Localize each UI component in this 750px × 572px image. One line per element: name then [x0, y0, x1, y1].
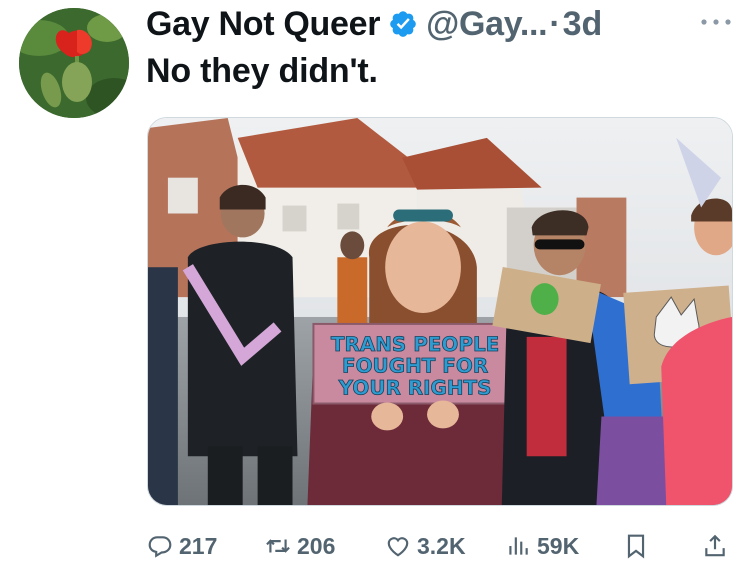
retweet-button[interactable]: 206	[265, 528, 335, 564]
avatar[interactable]	[19, 8, 129, 118]
retweet-count: 206	[297, 532, 336, 559]
timestamp[interactable]: 3d	[563, 5, 603, 44]
like-button[interactable]: 3.2K	[385, 528, 466, 564]
display-name[interactable]: Gay Not Queer	[146, 5, 380, 44]
reply-count: 217	[179, 532, 218, 559]
like-count: 3.2K	[417, 532, 466, 559]
tweet-photo[interactable]: TRANS PEOPLE FOUGHT FOR YOUR RIGHTS	[147, 117, 733, 506]
retweet-icon	[266, 539, 290, 553]
share-button[interactable]	[702, 528, 728, 564]
views-count: 59K	[537, 532, 580, 559]
poppy-flower-avatar	[19, 8, 129, 118]
action-bar: 217 206 3.2K 59K	[147, 528, 733, 564]
share-icon	[705, 534, 725, 557]
sign-line-2: FOUGHT FOR	[342, 355, 488, 378]
tweet-text: No they didn't.	[146, 52, 378, 90]
heart-icon	[387, 537, 409, 557]
separator-dot: ·	[549, 4, 561, 43]
reply-button[interactable]: 217	[147, 528, 217, 564]
views-icon	[509, 537, 528, 555]
reply-icon	[148, 536, 172, 558]
more-icon[interactable]	[698, 8, 734, 36]
verified-badge-icon[interactable]	[388, 9, 418, 39]
bookmark-icon	[627, 534, 645, 559]
bookmark-button[interactable]	[623, 528, 649, 564]
sign-line-3: YOUR RIGHTS	[338, 377, 492, 400]
sign-line-1: TRANS PEOPLE	[331, 333, 499, 356]
views-button[interactable]: 59K	[505, 528, 579, 564]
tweet-header: Gay Not Queer @Gay... · 3d	[146, 2, 734, 46]
handle[interactable]: @Gay...	[426, 5, 547, 44]
